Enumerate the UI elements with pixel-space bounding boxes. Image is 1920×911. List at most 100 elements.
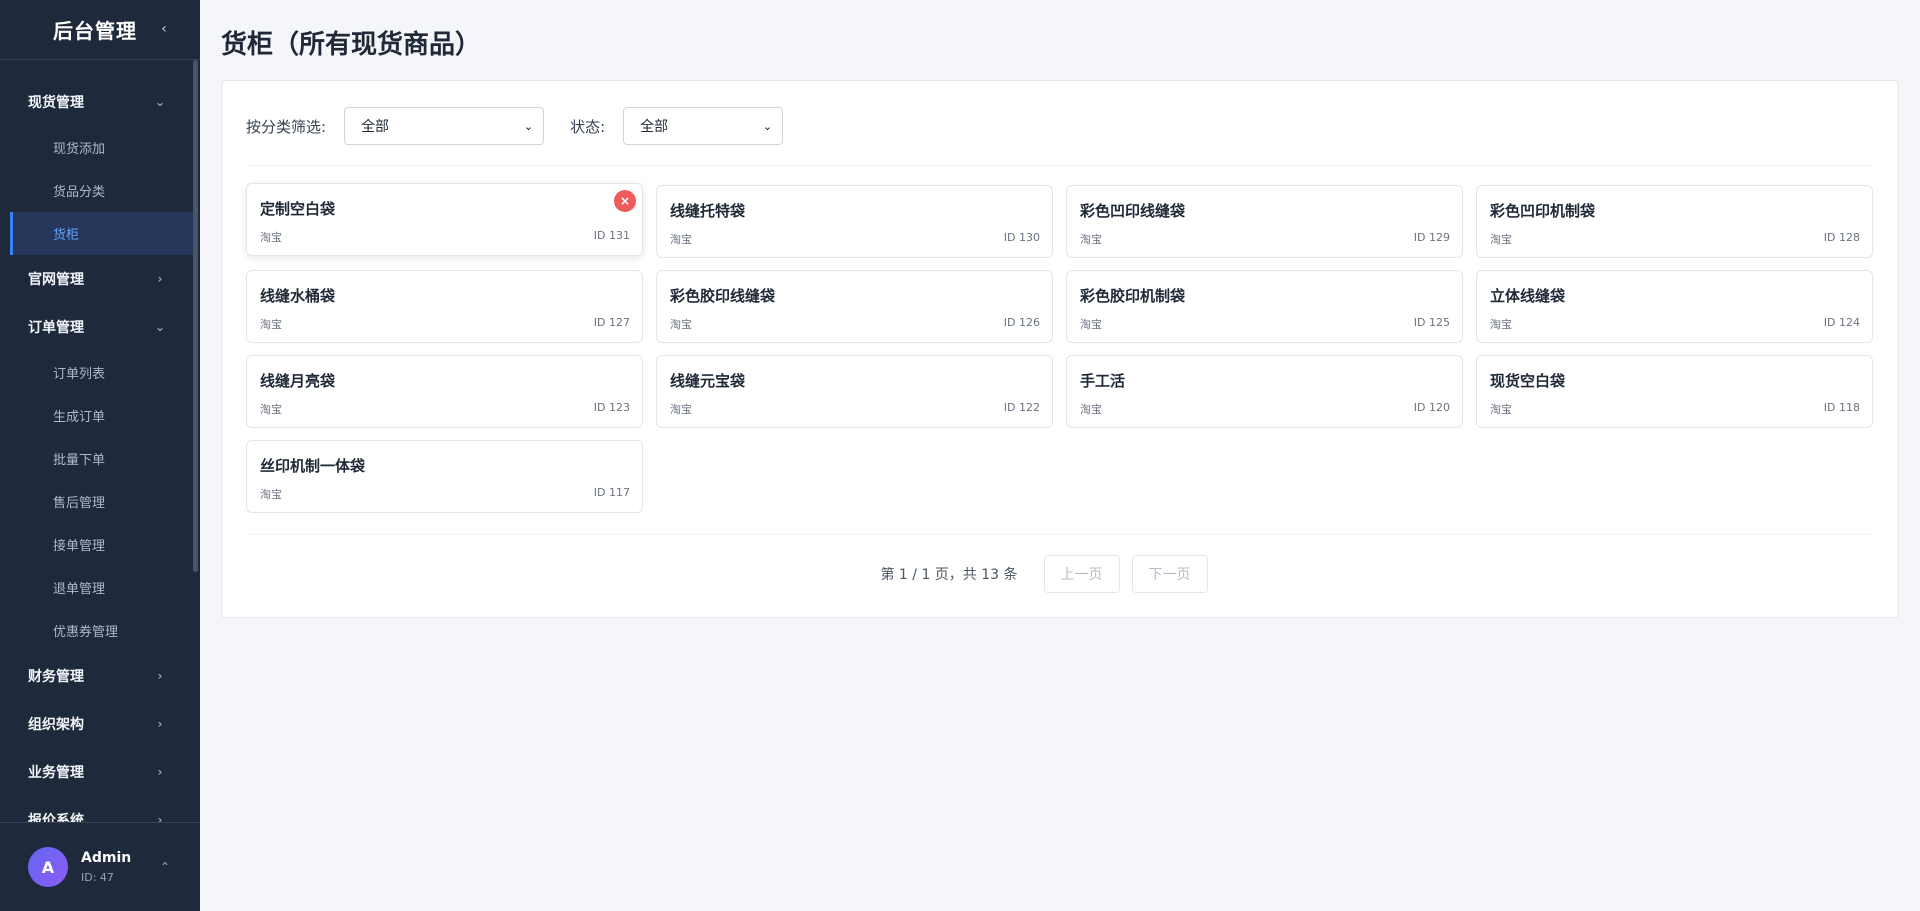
- product-id: ID 126: [1003, 316, 1040, 329]
- sidebar-group[interactable]: 组织架构 ›: [0, 700, 200, 748]
- sidebar-item[interactable]: 货品分类: [0, 169, 200, 212]
- sidebar-group[interactable]: 现货管理 ⌄: [0, 78, 200, 126]
- product-id: ID 124: [1823, 316, 1860, 329]
- close-icon[interactable]: ×: [614, 190, 636, 212]
- sidebar-item[interactable]: 生成订单: [0, 394, 200, 437]
- chevron-right-icon: ›: [157, 272, 163, 286]
- product-id: ID 120: [1413, 401, 1450, 414]
- sidebar-group[interactable]: 业务管理 ›: [0, 748, 200, 796]
- product-id: ID 128: [1823, 231, 1860, 244]
- sidebar-group[interactable]: 订单管理 ⌄: [0, 303, 200, 351]
- sidebar-item[interactable]: 订单列表: [0, 351, 200, 394]
- sidebar-group-label: 订单管理: [28, 320, 84, 336]
- product-name: 立体线缝袋: [1490, 287, 1566, 305]
- sidebar-group-label: 报价系统: [28, 813, 84, 822]
- product-card[interactable]: 线缝托特袋 淘宝 ID 130: [656, 185, 1053, 258]
- sidebar-group-label: 业务管理: [28, 765, 84, 781]
- product-name: 丝印机制一体袋: [260, 457, 366, 475]
- product-source: 淘宝: [260, 488, 282, 501]
- product-source: 淘宝: [670, 318, 692, 331]
- product-name: 彩色凹印机制袋: [1490, 202, 1596, 220]
- sidebar-group[interactable]: 报价系统 ›: [0, 796, 200, 822]
- product-source: 淘宝: [1490, 318, 1512, 331]
- product-source: 淘宝: [1490, 403, 1512, 416]
- product-card[interactable]: 立体线缝袋淘宝 ID 124: [1476, 270, 1873, 343]
- product-id: ID 125: [1413, 316, 1450, 329]
- page-title: 货柜（所有现货商品）: [221, 30, 482, 60]
- brand-header: 后台管理 ‹: [0, 0, 200, 60]
- product-name: 线缝元宝袋: [670, 372, 746, 390]
- status-filter-select[interactable]: 全部 ⌄: [623, 107, 784, 145]
- sidebar-group-label: 现货管理: [28, 95, 84, 111]
- product-meta: 淘宝 ID 118: [1490, 401, 1860, 417]
- product-card[interactable]: 线缝水桶袋 淘宝 ID 127: [246, 270, 643, 343]
- user-name: Admin: [81, 850, 132, 866]
- product-name: 彩色凹印线缝袋: [1080, 202, 1186, 220]
- category-filter-select[interactable]: 全部 ⌄: [344, 107, 545, 145]
- product-id: ID 131: [593, 229, 630, 242]
- status-filter-value: 全部: [640, 119, 669, 135]
- product-meta: 淘宝 ID 120: [1080, 401, 1450, 417]
- product-meta: 淘宝 ID 131: [260, 229, 630, 245]
- product-meta: 淘宝 ID 126: [670, 316, 1040, 332]
- chevron-left-icon: ‹: [161, 21, 167, 37]
- product-meta: 淘宝 ID 124: [1490, 316, 1860, 332]
- product-source: 淘宝: [260, 403, 282, 416]
- chevron-right-icon: ›: [157, 717, 163, 731]
- product-card[interactable]: 彩色凹印机制袋淘宝 ID 128: [1476, 185, 1873, 258]
- chevron-right-icon: ›: [157, 669, 163, 683]
- category-filter-value: 全部: [361, 119, 390, 135]
- sidebar-scrollbar[interactable]: [193, 60, 198, 572]
- brand-title: 后台管理: [53, 19, 137, 43]
- collapse-sidebar-button[interactable]: ‹: [156, 20, 172, 38]
- sidebar-group-label: 官网管理: [28, 272, 84, 288]
- chevron-down-icon: ⌄: [154, 95, 166, 109]
- chevron-down-icon: ⌄: [762, 119, 773, 133]
- user-info: Admin ID: 47: [81, 850, 131, 884]
- product-card[interactable]: 彩色胶印线缝袋淘宝 ID 126: [656, 270, 1053, 343]
- sidebar-group[interactable]: 官网管理 ›: [0, 255, 200, 303]
- user-id: ID: 47: [81, 871, 114, 884]
- status-filter-label: 状态:: [570, 117, 606, 136]
- main-panel: 按分类筛选: 全部 ⌄ 状态: 全部 ⌄ 定制空白袋 淘宝 ID 131 × 线缝托特袋…: [221, 80, 1899, 618]
- product-meta: 淘宝 ID 130: [670, 231, 1040, 247]
- product-source: 淘宝: [260, 318, 282, 331]
- sidebar-item[interactable]: 现货添加: [0, 126, 200, 169]
- sidebar-group[interactable]: 财务管理 ›: [0, 652, 200, 700]
- sidebar-item[interactable]: 批量下单: [0, 437, 200, 480]
- product-meta: 淘宝 ID 125: [1080, 316, 1450, 332]
- product-card[interactable]: 手工活 淘宝 ID 120: [1066, 355, 1463, 428]
- chevron-right-icon: ›: [157, 765, 163, 779]
- product-name: 彩色胶印线缝袋: [670, 287, 776, 305]
- avatar: A: [28, 847, 68, 887]
- product-card[interactable]: 现货空白袋 淘宝 ID 118: [1476, 355, 1873, 428]
- product-id: ID 130: [1003, 231, 1040, 244]
- product-id: ID 122: [1003, 401, 1040, 414]
- sidebar-group-label: 财务管理: [28, 669, 84, 685]
- product-source: 淘宝: [1490, 233, 1512, 246]
- sidebar-item[interactable]: 优惠券管理: [0, 609, 200, 652]
- product-meta: 淘宝 ID 129: [1080, 231, 1450, 247]
- product-source: 淘宝: [670, 233, 692, 246]
- product-meta: 淘宝 ID 128: [1490, 231, 1860, 247]
- product-card[interactable]: 定制空白袋 淘宝 ID 131 ×: [246, 183, 643, 256]
- prev-page-button[interactable]: 上一页: [1043, 555, 1120, 593]
- sidebar-item[interactable]: 退单管理: [0, 566, 200, 609]
- next-page-button[interactable]: 下一页: [1131, 555, 1208, 593]
- sidebar-item[interactable]: 货柜: [10, 212, 194, 255]
- chevron-up-icon[interactable]: ⌃: [160, 860, 170, 874]
- chevron-down-icon: ⌄: [523, 119, 534, 133]
- product-card[interactable]: 彩色凹印线缝袋淘宝 ID 129: [1066, 185, 1463, 258]
- chevron-right-icon: ›: [157, 813, 163, 822]
- product-id: ID 117: [593, 486, 630, 499]
- product-meta: 淘宝 ID 117: [260, 486, 630, 502]
- product-card[interactable]: 丝印机制一体袋淘宝 ID 117: [246, 440, 643, 513]
- product-card[interactable]: 彩色胶印机制袋 淘宝 ID 125: [1066, 270, 1463, 343]
- sidebar-item[interactable]: 接单管理: [0, 523, 200, 566]
- sidebar-item[interactable]: 售后管理: [0, 480, 200, 523]
- user-profile[interactable]: A Admin ID: 47 ⌃: [0, 822, 200, 911]
- product-card[interactable]: 线缝元宝袋淘宝 ID 122: [656, 355, 1053, 428]
- product-source: 淘宝: [670, 403, 692, 416]
- product-card[interactable]: 线缝月亮袋 淘宝 ID 123: [246, 355, 643, 428]
- product-source: 淘宝: [1080, 233, 1102, 246]
